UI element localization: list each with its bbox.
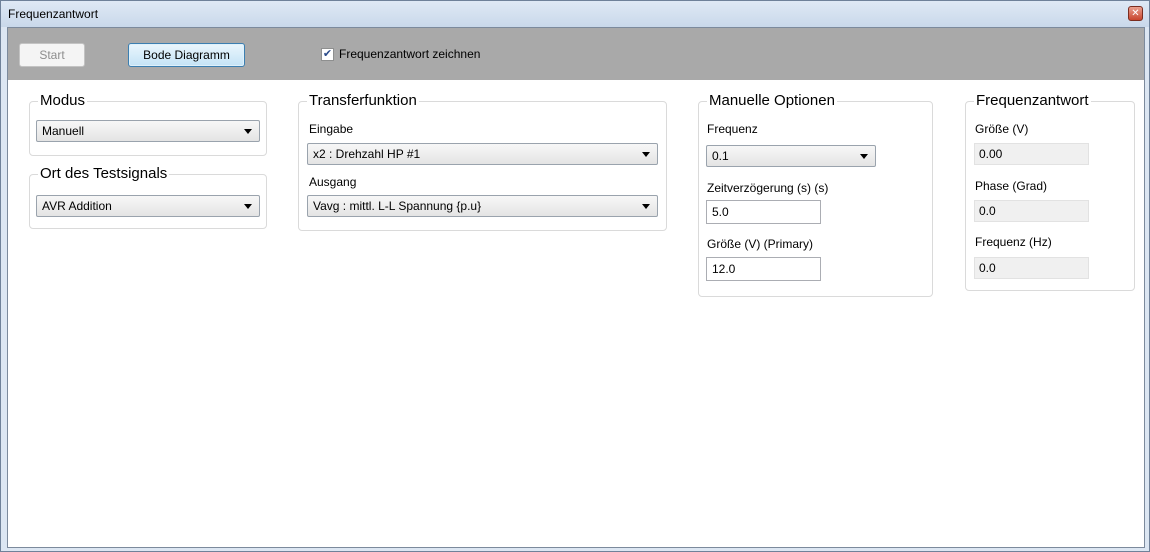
start-button[interactable]: Start [19, 43, 85, 67]
testsignal-group: Ort des Testsignals AVR Addition [29, 165, 267, 229]
response-size-label: Größe (V) [975, 122, 1029, 136]
close-icon[interactable]: ✕ [1128, 6, 1143, 21]
output-select[interactable]: Vavg : mittl. L-L Spannung {p.u} [307, 195, 658, 217]
chevron-down-icon [244, 129, 252, 134]
response-phase-label: Phase (Grad) [975, 179, 1048, 193]
modus-group: Modus Manuell [29, 92, 267, 156]
frequency-select[interactable]: 0.1 [706, 145, 876, 167]
input-select[interactable]: x2 : Drehzahl HP #1 [307, 143, 658, 165]
frequenzantwort-window: Frequenzantwort ✕ Start Bode Diagramm ✔ … [0, 0, 1150, 552]
chevron-down-icon [860, 154, 868, 159]
delay-input[interactable]: 5.0 [706, 200, 821, 224]
input-label: Eingabe [309, 122, 354, 136]
chevron-down-icon [642, 152, 650, 157]
window-title: Frequenzantwort [8, 7, 99, 21]
transfer-group: Transferfunktion Eingabe x2 : Drehzahl H… [298, 92, 667, 231]
testsignal-selected-value: AVR Addition [42, 199, 112, 213]
size-primary-input[interactable]: 12.0 [706, 257, 821, 281]
chevron-down-icon [642, 204, 650, 209]
manual-options-title: Manuelle Optionen [707, 92, 837, 109]
response-size-value: 0.00 [974, 143, 1089, 165]
title-bar: Frequenzantwort ✕ [1, 1, 1149, 27]
response-frequency-value: 0.0 [974, 257, 1089, 279]
draw-response-checkbox[interactable]: ✔ [321, 48, 334, 61]
toolbar: Start Bode Diagramm ✔ Frequenzantwort ze… [8, 28, 1144, 80]
output-selected-value: Vavg : mittl. L-L Spannung {p.u} [313, 199, 482, 213]
response-title: Frequenzantwort [974, 92, 1091, 109]
frequency-label: Frequenz [707, 122, 758, 136]
size-primary-label: Größe (V) (Primary) [707, 237, 813, 251]
draw-response-label: Frequenzantwort zeichnen [339, 47, 481, 61]
frequency-selected-value: 0.1 [712, 149, 729, 163]
response-frequency-label: Frequenz (Hz) [975, 235, 1052, 249]
input-selected-value: x2 : Drehzahl HP #1 [313, 147, 421, 161]
response-group: Frequenzantwort Größe (V) 0.00 Phase (Gr… [965, 92, 1135, 291]
delay-label: Zeitverzögerung (s) (s) [707, 181, 829, 195]
manual-options-group: Manuelle Optionen Frequenz 0.1 Zeitverzö… [698, 92, 933, 297]
modus-title: Modus [38, 92, 88, 109]
chevron-down-icon [244, 204, 252, 209]
response-phase-value: 0.0 [974, 200, 1089, 222]
testsignal-title: Ort des Testsignals [38, 165, 170, 182]
client-area: Start Bode Diagramm ✔ Frequenzantwort ze… [7, 27, 1145, 548]
transfer-title: Transferfunktion [307, 92, 419, 109]
modus-selected-value: Manuell [42, 124, 85, 138]
testsignal-select[interactable]: AVR Addition [36, 195, 260, 217]
bode-diagram-button[interactable]: Bode Diagramm [128, 43, 245, 67]
output-label: Ausgang [309, 175, 357, 189]
modus-select[interactable]: Manuell [36, 120, 260, 142]
